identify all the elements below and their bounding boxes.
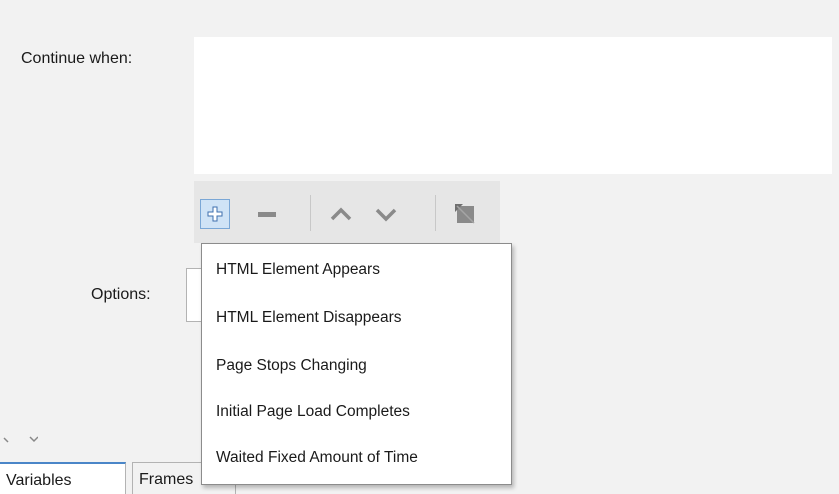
menu-item-waited-fixed-amount-of-time[interactable]: Waited Fixed Amount of Time [216, 449, 418, 467]
collapse-chevron-icon [3, 436, 39, 443]
continue-conditions-list[interactable] [194, 37, 832, 174]
move-down-button[interactable] [371, 199, 401, 229]
continue-when-label: Continue when: [21, 50, 133, 67]
edit-condition-button[interactable] [450, 199, 480, 229]
plus-icon [207, 206, 223, 222]
conditions-toolbar [194, 181, 500, 243]
chevron-down-icon [375, 208, 397, 222]
menu-item-initial-page-load-completes[interactable]: Initial Page Load Completes [216, 403, 410, 421]
menu-item-html-element-disappears[interactable]: HTML Element Disappears [216, 309, 402, 327]
remove-condition-button[interactable] [252, 199, 282, 229]
toolbar-divider [435, 195, 436, 231]
menu-item-page-stops-changing[interactable]: Page Stops Changing [216, 357, 367, 375]
collapse-chevrons[interactable] [2, 434, 39, 449]
tab-frames-label: Frames [139, 471, 194, 488]
tab-variables[interactable]: Variables [0, 462, 126, 494]
add-condition-button[interactable] [200, 199, 230, 229]
menu-item-html-element-appears[interactable]: HTML Element Appears [216, 261, 380, 279]
toolbar-divider [310, 195, 311, 231]
tab-variables-label: Variables [6, 472, 72, 489]
add-condition-menu: HTML Element Appears HTML Element Disapp… [201, 243, 512, 485]
minus-icon [258, 212, 276, 217]
edit-icon [455, 204, 475, 224]
chevron-up-icon [330, 207, 352, 221]
options-label: Options: [91, 286, 151, 303]
move-up-button[interactable] [326, 199, 356, 229]
